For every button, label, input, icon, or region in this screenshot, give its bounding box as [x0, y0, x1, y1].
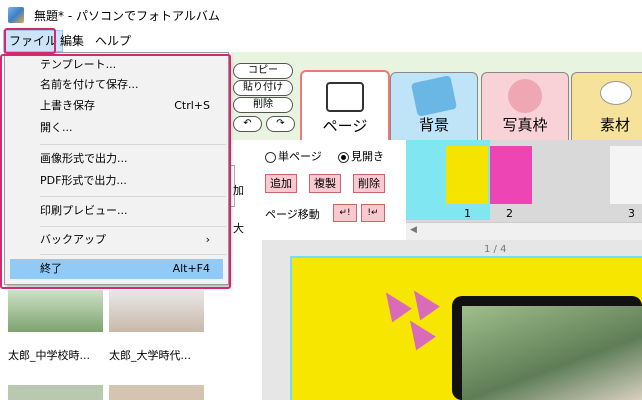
photo-thumbnail[interactable]	[8, 385, 103, 400]
radio-spread-label: 見開き	[351, 150, 384, 163]
photo-thumbnail[interactable]	[109, 290, 204, 332]
photo-caption: 太郎_中学校時...	[8, 349, 90, 362]
book-icon	[326, 82, 364, 112]
photo-thumbnail[interactable]	[109, 385, 204, 400]
scroll-left-icon[interactable]: ◀	[410, 225, 417, 235]
duplicate-page-button[interactable]: 複製	[309, 174, 341, 193]
app-icon	[8, 7, 24, 23]
photo-image[interactable]	[462, 306, 642, 400]
tab-photo-frame-label: 写真枠	[502, 116, 548, 134]
radio-single-label: 単ページ	[278, 150, 322, 163]
menu-bar: ファイル 編集 ヘルプ	[0, 30, 642, 52]
thumbnail-page-1[interactable]	[446, 146, 488, 204]
undo-icon[interactable]: ↶	[233, 116, 262, 132]
paste-button[interactable]: 貼り付け	[233, 80, 293, 96]
tab-background-label: 背景	[418, 116, 449, 134]
tab-background[interactable]: 背景	[390, 72, 478, 141]
page-move-label: ページ移動	[265, 208, 320, 221]
photo-caption: 太郎_大学時代...	[109, 349, 191, 362]
tab-material-label: 素材	[599, 116, 630, 134]
move-left-button[interactable]: ↵!	[333, 204, 357, 222]
page-indicator: 1 / 4	[484, 244, 507, 255]
thumbnail-number: 2	[506, 207, 513, 220]
highlight-outline	[4, 28, 56, 54]
left-panel-partial-text: 大	[233, 222, 244, 235]
radio-checked-icon	[338, 151, 349, 163]
radio-icon	[265, 151, 276, 163]
redo-icon[interactable]: ↷	[266, 116, 295, 132]
delete-button[interactable]: 削除	[233, 97, 293, 113]
tab-page-label: ページ	[322, 117, 368, 135]
highlight-outline	[0, 54, 231, 289]
tab-page[interactable]: ページ	[300, 70, 390, 142]
move-right-button[interactable]: !↵	[361, 204, 385, 222]
add-page-button[interactable]: 追加	[265, 174, 297, 193]
window-title: 無題* - パソコンでフォトアルバム	[34, 9, 220, 23]
thumbnail-number: 3	[628, 207, 635, 220]
thumbnail-page-2[interactable]	[490, 146, 532, 204]
tab-photo-frame[interactable]: 写真枠	[481, 72, 569, 141]
photo-frame-icon	[508, 79, 542, 113]
thumbnail-page-3[interactable]	[610, 146, 642, 204]
delete-page-button[interactable]: 削除	[353, 174, 385, 193]
menu-help[interactable]: ヘルプ	[90, 30, 136, 52]
left-panel-partial-text: 加	[233, 184, 244, 197]
radio-spread[interactable]: 見開き	[338, 148, 384, 164]
menu-edit[interactable]: 編集	[55, 30, 89, 52]
copy-button[interactable]: コピー	[233, 63, 293, 79]
horizontal-scrollbar[interactable]	[406, 222, 642, 241]
thumbnail-number: 1	[464, 207, 471, 220]
background-icon	[410, 75, 458, 117]
material-icon	[600, 81, 632, 105]
radio-single-page[interactable]: 単ページ	[265, 148, 322, 164]
tab-material[interactable]: 素材	[571, 72, 642, 141]
photo-thumbnail[interactable]	[8, 290, 103, 332]
